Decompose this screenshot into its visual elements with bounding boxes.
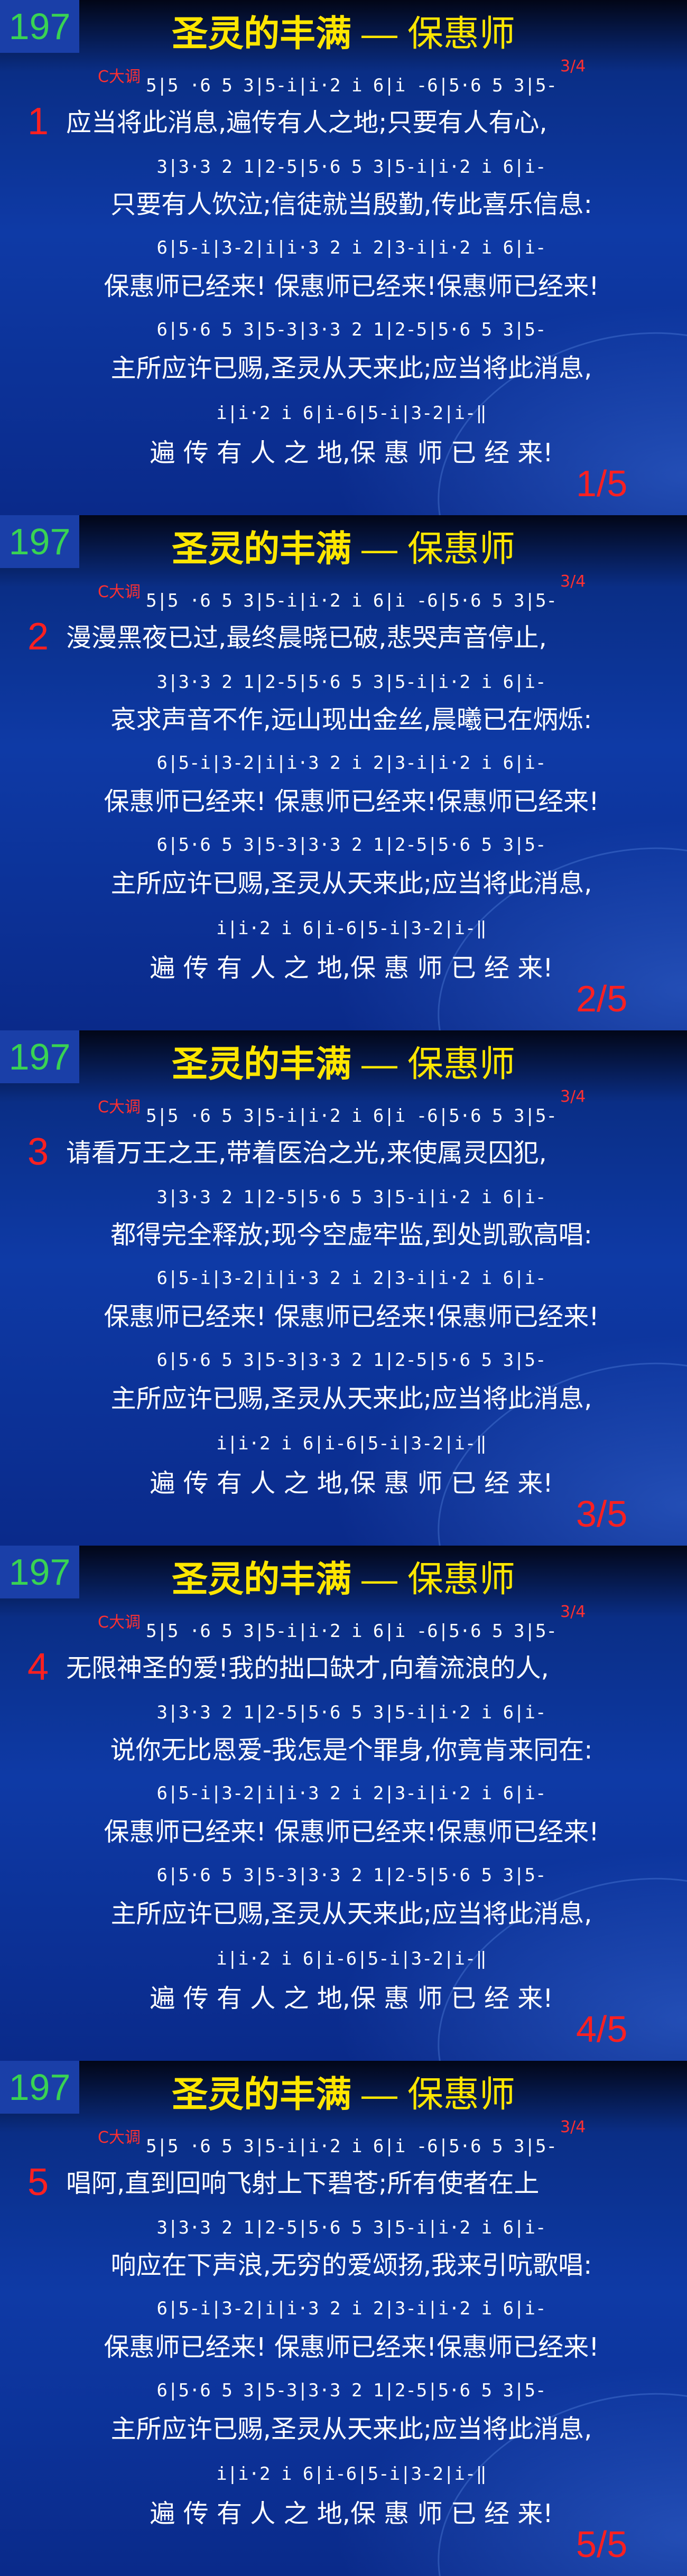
lyric-line: 保惠师已经来! 保惠师已经来!保惠师已经来! xyxy=(104,1817,599,1847)
notation-line: i|i·2 i 6|i-6|5-i|3-2|i-‖ xyxy=(216,403,487,424)
notation-line: i|i·2 i 6|i-6|5-i|3-2|i-‖ xyxy=(216,918,487,939)
hymn-title: 圣灵的丰满 — 保惠师 xyxy=(0,528,687,570)
lyric-line: 遍 传 有 人 之 地,保 惠 师 已 经 来! xyxy=(150,2499,553,2528)
notation-line: 3|3·3 2 1|2-5|5·6 5 3|5-i|i·2 i 6|i- xyxy=(156,672,546,693)
notation-line: 6|5-i|3-2|i|i·3 2 i 2|3-i|i·2 i 6|i- xyxy=(156,237,546,258)
lyric-line: 遍 传 有 人 之 地,保 惠 师 已 经 来! xyxy=(150,1468,553,1498)
page-indicator: 4/5 xyxy=(576,2008,628,2050)
notation-line: 5|5 ·6 5 3|5-i|i·2 i 6|i -6|5·6 5 3|5- xyxy=(146,75,557,96)
notation-line: 6|5·6 5 3|5-3|3·3 2 1|2-5|5·6 5 3|5- xyxy=(156,2380,546,2401)
notation-line: 6|5·6 5 3|5-3|3·3 2 1|2-5|5·6 5 3|5- xyxy=(156,1350,546,1371)
verse-number: 5 xyxy=(27,2161,49,2203)
lyric-line: 主所应许已赐,圣灵从天来此;应当将此消息, xyxy=(110,354,592,383)
lyric-line: 主所应许已赐,圣灵从天来此;应当将此消息, xyxy=(110,2414,592,2444)
verse-number: 4 xyxy=(27,1646,49,1688)
title-sub: — 保惠师 xyxy=(351,1559,515,1599)
title-sub: — 保惠师 xyxy=(351,529,515,569)
lyric-line: 响应在下声浪,无穷的爱颂扬,我来引吭歌唱: xyxy=(110,2250,592,2280)
title-sub: — 保惠师 xyxy=(351,14,515,54)
notation-line: 3|3·3 2 1|2-5|5·6 5 3|5-i|i·2 i 6|i- xyxy=(156,156,546,178)
hymn-title: 圣灵的丰满 — 保惠师 xyxy=(0,2073,687,2116)
lyric-line: 保惠师已经来! 保惠师已经来!保惠师已经来! xyxy=(104,272,599,301)
lyric-line: 请看万王之王,带着医治之光,来使属灵囚犯, xyxy=(66,1138,547,1168)
title-main: 圣灵的丰满 xyxy=(172,529,352,569)
title-main: 圣灵的丰满 xyxy=(172,14,352,54)
hymn-slides: 197 圣灵的丰满 — 保惠师 C大调 3/4 1 5|5 ·6 5 3|5-i|i·2 … xyxy=(0,0,687,2576)
notation-line: 6|5-i|3-2|i|i·3 2 i 2|3-i|i·2 i 6|i- xyxy=(156,1268,546,1289)
notation-line: 3|3·3 2 1|2-5|5·6 5 3|5-i|i·2 i 6|i- xyxy=(156,1187,546,1208)
notation-line: 3|3·3 2 1|2-5|5·6 5 3|5-i|i·2 i 6|i- xyxy=(156,1702,546,1723)
notation-line: i|i·2 i 6|i-6|5-i|3-2|i-‖ xyxy=(216,2463,487,2485)
lyric-line: 都得完全释放;现今空虚牢监,到处凯歌高唱: xyxy=(110,1220,592,1250)
notation-line: 3|3·3 2 1|2-5|5·6 5 3|5-i|i·2 i 6|i- xyxy=(156,2217,546,2238)
lyric-line: 主所应许已赐,圣灵从天来此;应当将此消息, xyxy=(110,1384,592,1413)
lyric-line: 说你无比恩爱-我怎是个罪身,你竟肯来同在: xyxy=(110,1735,593,1765)
hymn-slide-2: 197 圣灵的丰满 — 保惠师 C大调 3/4 2 5|5 ·6 5 3|5-i|i·2 … xyxy=(0,515,687,1030)
page-indicator: 1/5 xyxy=(576,463,628,504)
notation-line: 5|5 ·6 5 3|5-i|i·2 i 6|i -6|5·6 5 3|5- xyxy=(146,2136,557,2157)
hymn-slide-3: 197 圣灵的丰满 — 保惠师 C大调 3/4 3 5|5 ·6 5 3|5-i|i·2 … xyxy=(0,1030,687,1546)
lyric-line: 遍 传 有 人 之 地,保 惠 师 已 经 来! xyxy=(150,1984,553,2013)
page-indicator: 2/5 xyxy=(576,978,628,1019)
lyric-line: 保惠师已经来! 保惠师已经来!保惠师已经来! xyxy=(104,1302,599,1332)
hymn-slide-1: 197 圣灵的丰满 — 保惠师 C大调 3/4 1 5|5 ·6 5 3|5-i|i·2 … xyxy=(0,0,687,515)
title-main: 圣灵的丰满 xyxy=(172,1044,352,1084)
notation-line: 5|5 ·6 5 3|5-i|i·2 i 6|i -6|5·6 5 3|5- xyxy=(146,1105,557,1127)
notation-line: i|i·2 i 6|i-6|5-i|3-2|i-‖ xyxy=(216,1433,487,1454)
hymn-slide-5: 197 圣灵的丰满 — 保惠师 C大调 3/4 5 5|5 ·6 5 3|5-i|i·2 … xyxy=(0,2061,687,2576)
notation-line: i|i·2 i 6|i-6|5-i|3-2|i-‖ xyxy=(216,1948,487,1969)
lyric-line: 无限神圣的爱!我的拙口缺才,向着流浪的人, xyxy=(66,1653,549,1683)
notation-line: 6|5-i|3-2|i|i·3 2 i 2|3-i|i·2 i 6|i- xyxy=(156,752,546,774)
hymn-title: 圣灵的丰满 — 保惠师 xyxy=(0,1558,687,1601)
hymn-title: 圣灵的丰满 — 保惠师 xyxy=(0,13,687,55)
lyric-line: 遍 传 有 人 之 地,保 惠 师 已 经 来! xyxy=(150,438,553,468)
lyric-line: 保惠师已经来! 保惠师已经来!保惠师已经来! xyxy=(104,787,599,816)
lyric-line: 只要有人饮泣;信徒就当殷勤,传此喜乐信息: xyxy=(110,190,592,219)
lyric-line: 遍 传 有 人 之 地,保 惠 师 已 经 来! xyxy=(150,953,553,983)
notation-line: 6|5-i|3-2|i|i·3 2 i 2|3-i|i·2 i 6|i- xyxy=(156,1783,546,1804)
lyric-line: 保惠师已经来! 保惠师已经来!保惠师已经来! xyxy=(104,2332,599,2362)
notation-line: 6|5·6 5 3|5-3|3·3 2 1|2-5|5·6 5 3|5- xyxy=(156,1865,546,1886)
lyric-line: 应当将此消息,遍传有人之地;只要有人有心, xyxy=(66,108,547,137)
hymn-slide-4: 197 圣灵的丰满 — 保惠师 C大调 3/4 4 5|5 ·6 5 3|5-i|i·2 … xyxy=(0,1546,687,2061)
notation-line: 6|5·6 5 3|5-3|3·3 2 1|2-5|5·6 5 3|5- xyxy=(156,319,546,340)
lyric-line: 主所应许已赐,圣灵从天来此;应当将此消息, xyxy=(110,869,592,898)
notation-line: 5|5 ·6 5 3|5-i|i·2 i 6|i -6|5·6 5 3|5- xyxy=(146,590,557,611)
lyric-line: 哀求声音不作,远山现出金丝,晨曦已在炳烁: xyxy=(110,705,592,734)
lyric-line: 唱阿,直到回响飞射上下碧苍;所有使者在上 xyxy=(66,2169,540,2198)
verse-number: 3 xyxy=(27,1131,49,1173)
notation-line: 5|5 ·6 5 3|5-i|i·2 i 6|i -6|5·6 5 3|5- xyxy=(146,1621,557,1642)
notation-line: 6|5-i|3-2|i|i·3 2 i 2|3-i|i·2 i 6|i- xyxy=(156,2298,546,2319)
lyric-line: 漫漫黑夜已过,最终晨晓已破,悲哭声音停止, xyxy=(66,623,547,653)
page-indicator: 3/5 xyxy=(576,1493,628,1535)
verse-number: 1 xyxy=(27,100,49,143)
notation-line: 6|5·6 5 3|5-3|3·3 2 1|2-5|5·6 5 3|5- xyxy=(156,834,546,855)
page-indicator: 5/5 xyxy=(576,2524,628,2565)
lyric-line: 主所应许已赐,圣灵从天来此;应当将此消息, xyxy=(110,1899,592,1929)
title-main: 圣灵的丰满 xyxy=(172,1559,352,1599)
verse-number: 2 xyxy=(27,616,49,658)
title-main: 圣灵的丰满 xyxy=(172,2075,352,2115)
hymn-title: 圣灵的丰满 — 保惠师 xyxy=(0,1043,687,1085)
title-sub: — 保惠师 xyxy=(351,1044,515,1084)
title-sub: — 保惠师 xyxy=(351,2075,515,2115)
